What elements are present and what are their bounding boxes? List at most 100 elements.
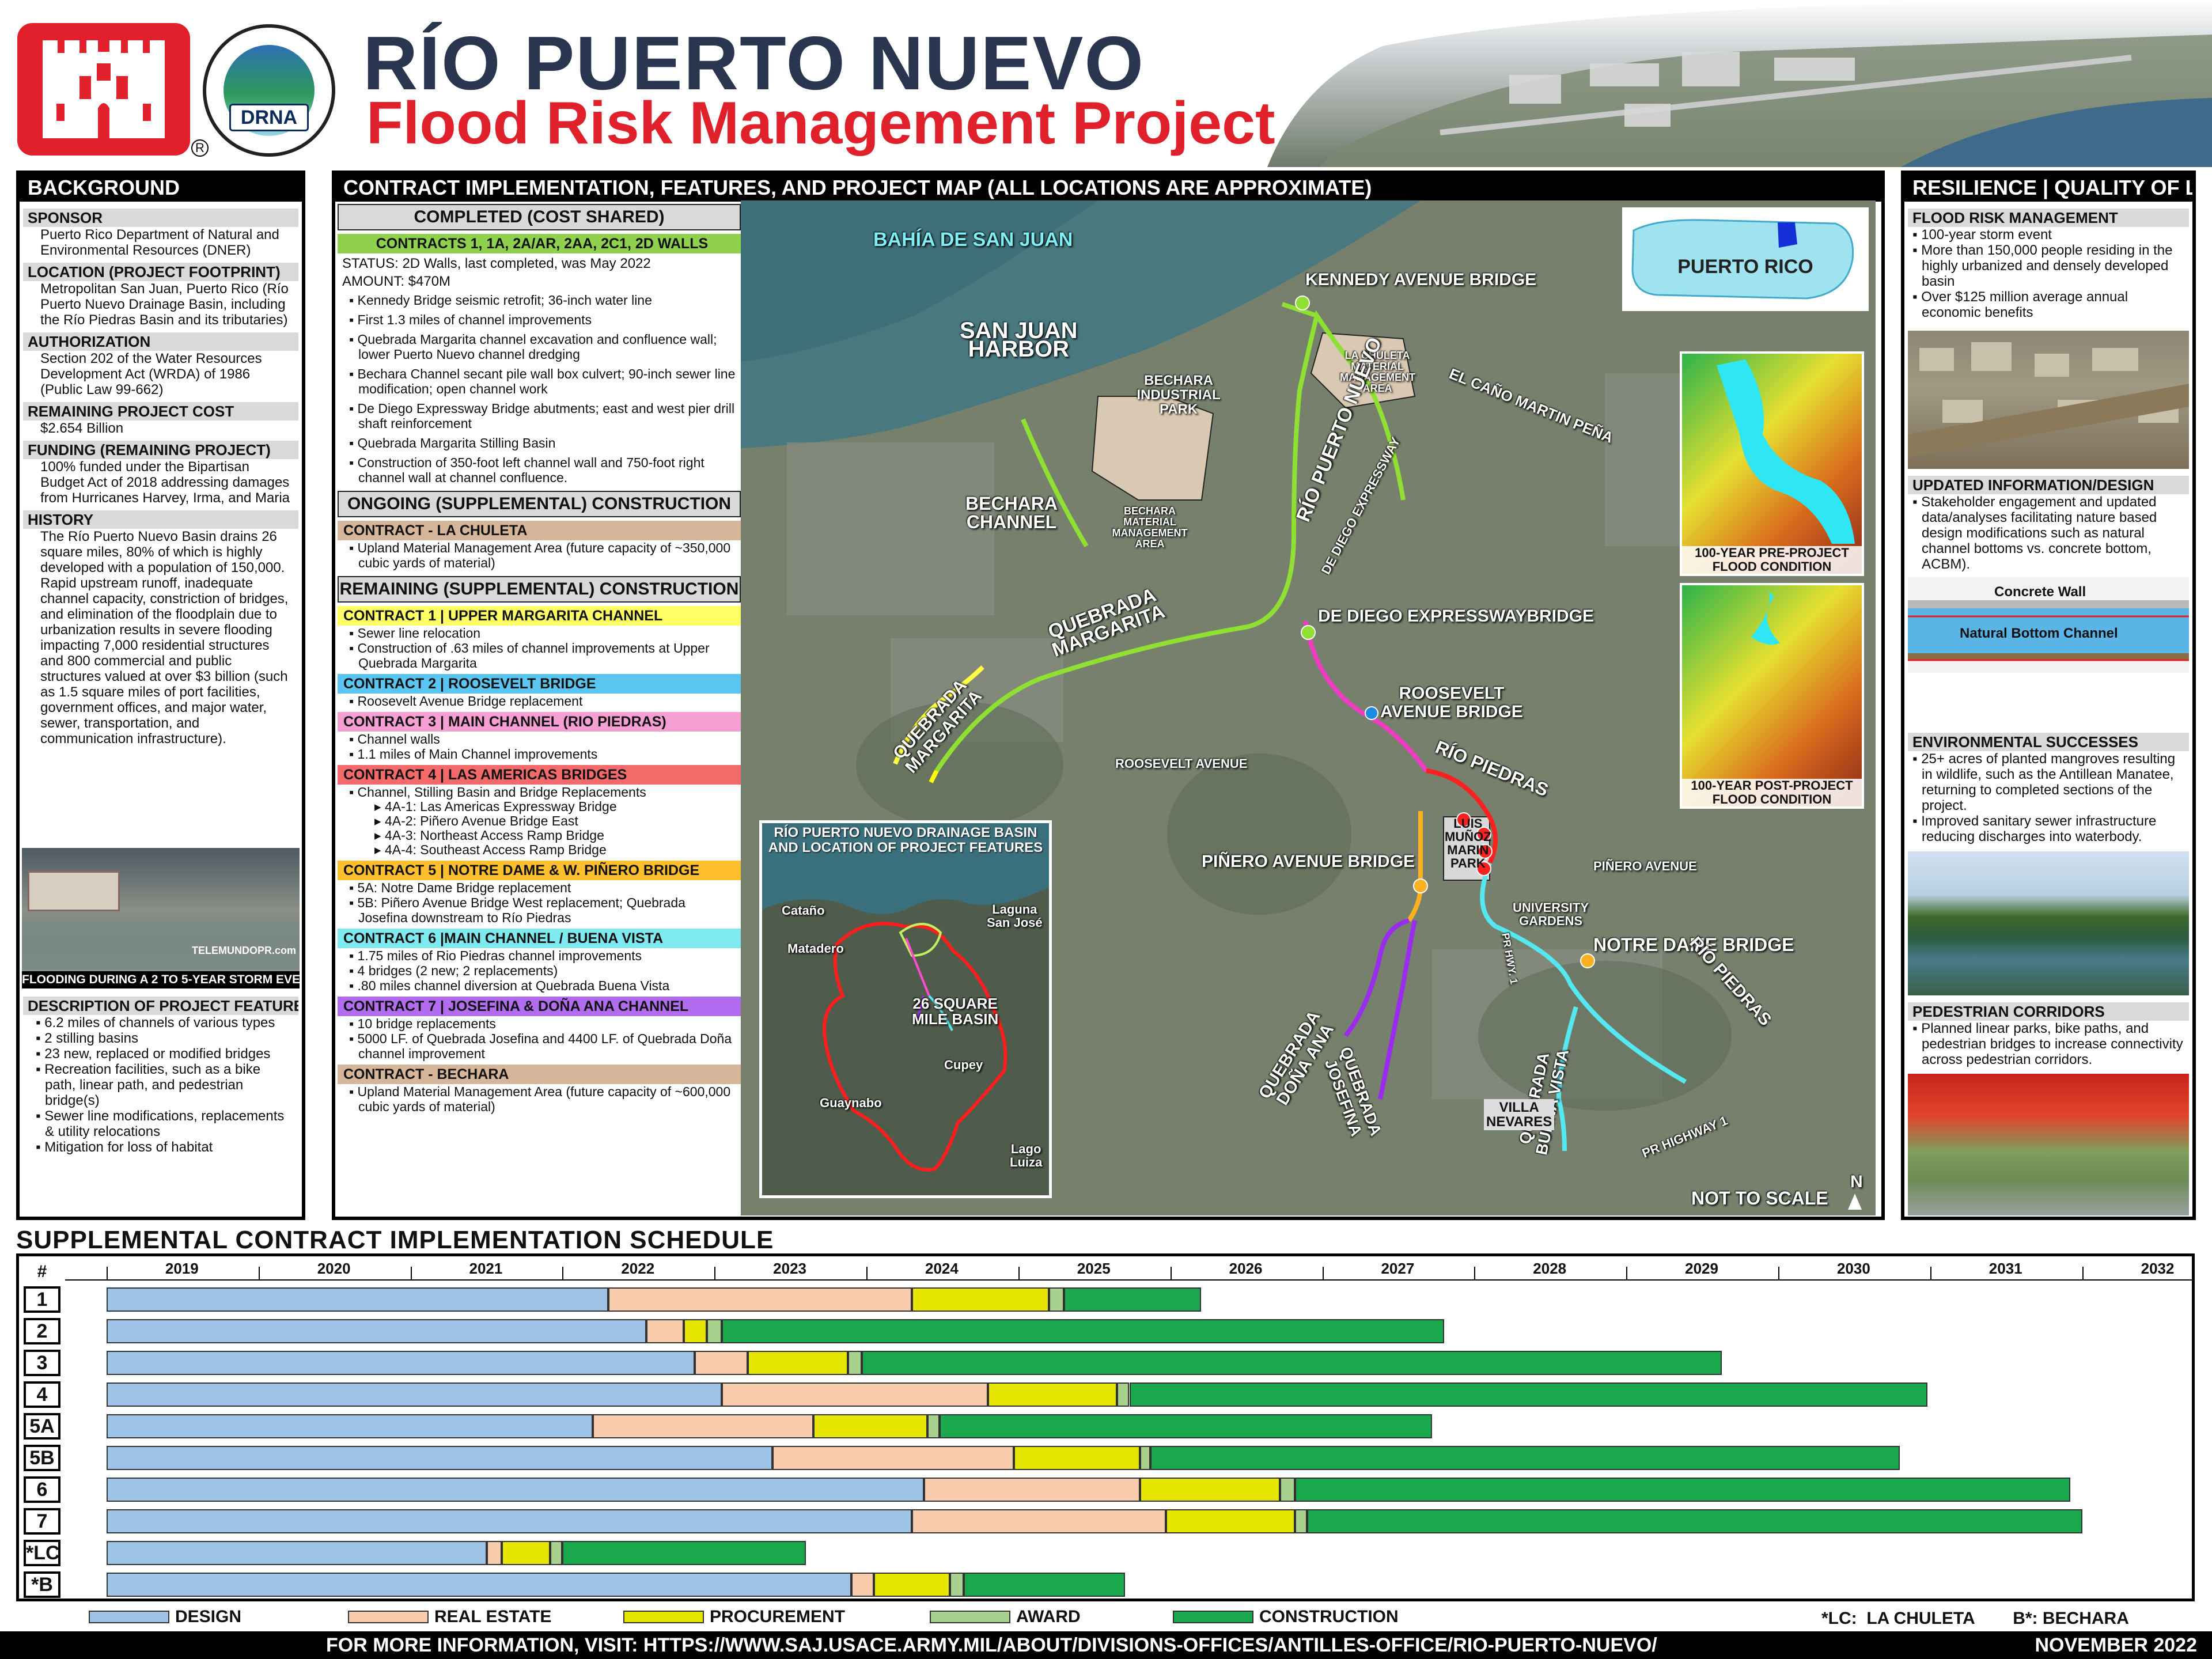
gantt-bar-procurement — [912, 1287, 1049, 1312]
list-item: 100-year storm event — [1910, 227, 2186, 243]
schedule-title: SUPPLEMENTAL CONTRACT IMPLEMENTATION SCH… — [16, 1226, 774, 1254]
pedestrian-heading: PEDESTRIAN CORRIDORS — [1908, 1002, 2189, 1021]
contract-2-items: Roosevelt Avenue Bridge replacement — [338, 694, 741, 709]
list-item: Bechara Channel secant pile wall box cul… — [338, 366, 741, 396]
bechara-park-label: BECHARA INDUSTRIAL PARK — [1137, 373, 1221, 417]
list-item: First 1.3 miles of channel improvements — [338, 312, 741, 327]
concrete-wall-label: Concrete Wall — [1994, 584, 2086, 600]
background-title: BACKGROUND — [20, 174, 302, 202]
year-tick — [714, 1267, 716, 1279]
year-tick — [1018, 1267, 1020, 1279]
gantt-bar-award — [1295, 1509, 1308, 1533]
history-heading: HISTORY — [23, 510, 298, 529]
pinero-bridge-label: PIÑERO AVENUE BRIDGE — [1202, 852, 1415, 871]
gantt-bar-design — [106, 1351, 695, 1375]
flooded-neighborhood-photo — [1908, 331, 2189, 469]
channel-cross-section: Concrete Wall Natural Bottom Channel — [1908, 577, 2189, 673]
list-item: Improved sanitary sewer infrastructure r… — [1910, 813, 2186, 844]
contract-5-items: 5A: Notre Dame Bridge replacement 5B: Pi… — [338, 880, 741, 925]
description-heading: DESCRIPTION OF PROJECT FEATURES — [23, 997, 298, 1015]
poster: { "header":{"title":"RÍO PUERTO NUEVO","… — [0, 0, 2212, 1659]
list-item: Over $125 million average annual economi… — [1910, 289, 2186, 320]
list-item: 25+ acres of planted mangroves resulting… — [1910, 751, 2186, 813]
roosevelt-bridge-label: ROOSEVELT AVENUE BRIDGE — [1380, 684, 1523, 721]
bechara-area-label: BECHARA MATERIAL MANAGEMENT AREA — [1112, 505, 1188, 550]
year-tick — [866, 1267, 868, 1279]
contract-list: COMPLETED (COST SHARED) CONTRACTS 1, 1A,… — [338, 200, 741, 1217]
flood-risk-heading: FLOOD RISK MANAGEMENT — [1908, 209, 2189, 227]
list-item: 4A-4: Southeast Access Ramp Bridge — [338, 843, 741, 857]
gantt-bar-procurement — [501, 1541, 551, 1565]
legend-swatch — [1173, 1611, 1253, 1623]
funding-text: 100% funded under the Bipartisan Budget … — [40, 459, 290, 506]
gantt-bar-construction — [1295, 1478, 2070, 1502]
post-project-flood-map: 100-YEAR POST-PROJECT FLOOD CONDITION — [1680, 583, 1864, 809]
gantt-bar-realestate — [912, 1509, 1166, 1533]
drna-seal-logo: DRNA — [203, 24, 335, 157]
completed-heading: COMPLETED (COST SHARED) — [338, 204, 741, 230]
pinero-avenue-label: PIÑERO AVENUE — [1593, 859, 1697, 873]
gantt-bar-award — [848, 1351, 862, 1375]
bechara-bar: CONTRACT - BECHARA — [338, 1065, 741, 1084]
bechara-items: Upland Material Management Area (future … — [338, 1084, 741, 1114]
flood-risk-section: FLOOD RISK MANAGEMENT 100-year storm eve… — [1908, 204, 2189, 320]
legend-swatch — [348, 1611, 429, 1623]
header: R DRNA RÍO PUERTO NUEVO Flood Risk Manag… — [0, 0, 2212, 167]
list-item: 1.1 miles of Main Channel improvements — [338, 747, 741, 762]
schedule-gantt: # 2019 2020 2021 2022 2023 2024 2025 2026 2027 20… — [16, 1253, 2195, 1601]
authorization-text: Section 202 of the Water Resources Devel… — [40, 351, 262, 397]
completed-contracts-bar: CONTRACTS 1, 1A, 2A/AR, 2AA, 2C1, 2D WAL… — [338, 234, 741, 253]
location-heading: LOCATION (PROJECT FOOTPRINT) — [23, 263, 298, 281]
ongoing-heading: ONGOING (SUPPLEMENTAL) CONSTRUCTION — [338, 491, 741, 517]
contract-4-items: Channel, Stilling Basin and Bridge Repla… — [338, 785, 741, 857]
legend-label: AWARD — [1016, 1607, 1081, 1626]
year-label: 2020 — [317, 1260, 351, 1277]
footer-info-link[interactable]: FOR MORE INFORMATION, VISIT: HTTPS://WWW… — [326, 1631, 1657, 1659]
completed-status: STATUS: 2D Walls, last completed, was Ma… — [342, 256, 651, 271]
gantt-bar-design — [106, 1414, 593, 1438]
list-item: Sewer line modifications, replacements &… — [33, 1108, 295, 1139]
legend-item-procurement: PROCUREMENT — [623, 1607, 845, 1626]
legend-item-construction: CONSTRUCTION — [1173, 1607, 1399, 1626]
year-label: 2030 — [1836, 1260, 1870, 1277]
gantt-bar-award — [927, 1414, 940, 1438]
usace-castle-logo — [17, 23, 190, 156]
schedule-row-label: 5A — [24, 1413, 60, 1440]
gantt-bar-design — [106, 1478, 925, 1502]
flooded-building — [28, 871, 120, 911]
post-project-caption: 100-YEAR POST-PROJECT FLOOD CONDITION — [1682, 779, 1862, 806]
year-label: 2019 — [165, 1260, 199, 1277]
year-tick — [1778, 1267, 1780, 1279]
contract-6-bar: CONTRACT 6 |MAIN CHANNEL / BUENA VISTA — [338, 929, 741, 948]
contract-7-items: 10 bridge replacements 5000 LF. of Quebr… — [338, 1016, 741, 1061]
harbor-label: SAN JUAN HARBOR — [960, 318, 1078, 362]
gantt-bar-design — [106, 1319, 646, 1343]
environment-heading: ENVIRONMENTAL SUCCESSES — [1908, 733, 2189, 751]
gantt-bar-realestate — [722, 1382, 988, 1407]
project-map: BAHÍA DE SAN JUAN SAN JUAN HARBOR KENNED… — [741, 200, 1876, 1215]
gantt-bar-award — [950, 1573, 964, 1597]
gantt-bar-design — [106, 1382, 722, 1407]
mangrove-river-photo — [1908, 851, 2189, 995]
gantt-bar-award — [1279, 1478, 1296, 1502]
list-item: 23 new, replaced or modified bridges — [33, 1046, 295, 1062]
legend-item-award: AWARD — [930, 1607, 1081, 1626]
schedule-row-label: *B — [24, 1571, 60, 1598]
year-tick — [562, 1267, 564, 1279]
drna-wordmark: DRNA — [229, 104, 309, 131]
lago-luiza-label: Lago Luiza — [1010, 1142, 1043, 1169]
location-text: Metropolitan San Juan, Puerto Rico (Río … — [40, 281, 289, 328]
list-item: More than 150,000 people residing in the… — [1910, 243, 2186, 289]
completed-amount: AMOUNT: $470M — [342, 274, 451, 289]
list-item: Mitigation for loss of habitat — [33, 1139, 295, 1155]
guaynabo-label: Guaynabo — [820, 1096, 882, 1110]
gantt-bar-realestate — [694, 1351, 748, 1375]
year-tick — [1930, 1267, 1931, 1279]
gantt-bar-construction — [1307, 1509, 2082, 1533]
north-arrow-icon — [1848, 1194, 1862, 1210]
list-item: 1.75 miles of Rio Piedras channel improv… — [338, 948, 741, 963]
gantt-bar-realestate — [924, 1478, 1140, 1502]
footer-bar: FOR MORE INFORMATION, VISIT: HTTPS://WWW… — [0, 1631, 2212, 1659]
list-item: Quebrada Margarita Stilling Basin — [338, 435, 741, 450]
completed-items: Kennedy Bridge seismic retrofit; 36-inch… — [338, 293, 741, 485]
